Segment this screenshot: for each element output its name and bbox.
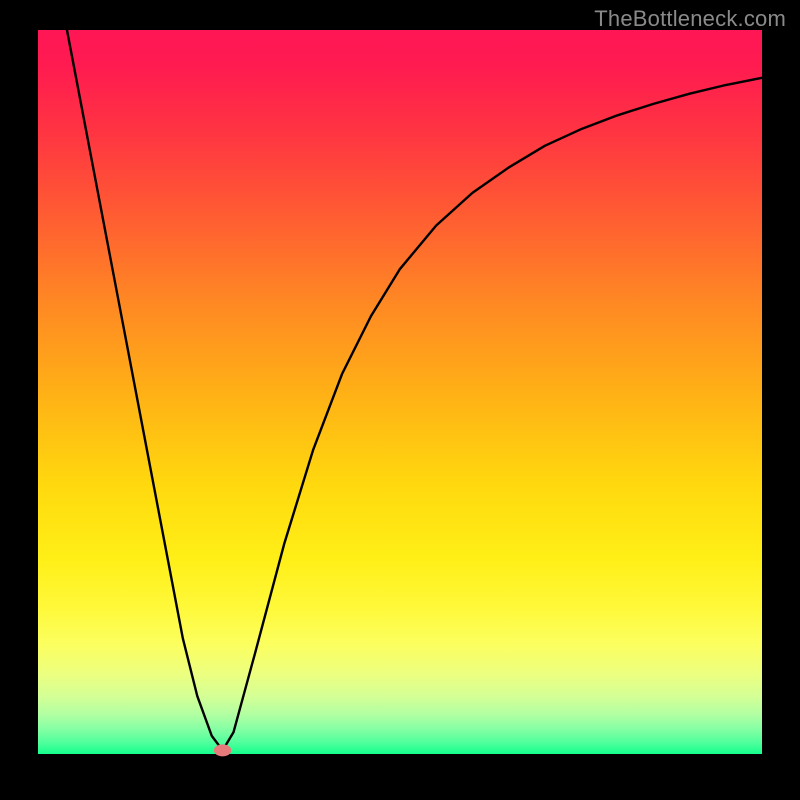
bottleneck-chart xyxy=(0,0,800,800)
chart-container: TheBottleneck.com xyxy=(0,0,800,800)
minimum-marker xyxy=(214,744,232,756)
plot-background xyxy=(38,30,762,754)
watermark-text: TheBottleneck.com xyxy=(594,6,786,32)
